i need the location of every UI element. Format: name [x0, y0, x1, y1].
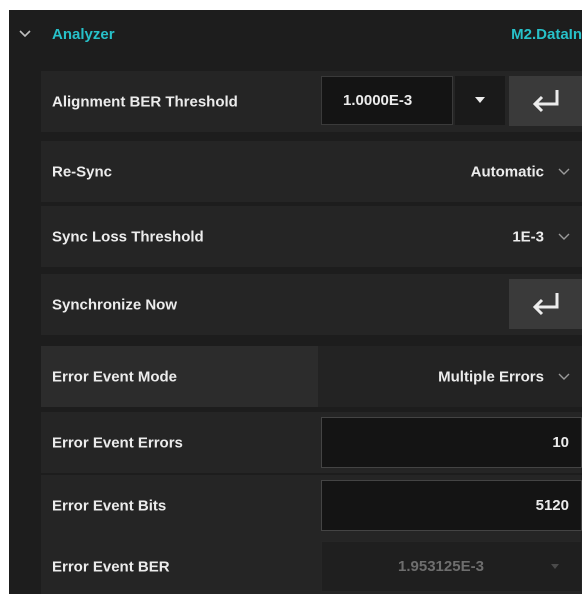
apply-alignment-ber-button[interactable]	[509, 76, 582, 126]
chevron-down-icon	[558, 373, 570, 380]
row-label: Error Event Mode	[52, 368, 178, 385]
re-sync-value[interactable]: Automatic	[471, 163, 544, 180]
error-event-mode-value: Multiple Errors	[438, 368, 544, 385]
row-label: Error Event BER	[52, 558, 170, 575]
enter-arrow-icon	[532, 293, 559, 316]
row-label: Error Event Bits	[52, 497, 167, 514]
row-error-event-errors: Error Event Errors 10	[41, 412, 582, 473]
caret-down-icon	[475, 97, 485, 103]
row-re-sync[interactable]: Re-Sync Automatic	[41, 141, 582, 202]
row-synchronize-now: Synchronize Now	[41, 274, 582, 335]
row-label: Sync Loss Threshold	[52, 228, 204, 245]
row-label: Alignment BER Threshold	[52, 93, 238, 110]
analyzer-panel: Analyzer M2.DataIn Alignment BER Thresho…	[9, 10, 582, 594]
row-label: Synchronize Now	[52, 296, 178, 313]
caret-down-icon	[551, 564, 559, 569]
row-label: Re-Sync	[52, 163, 113, 180]
enter-arrow-icon	[532, 90, 559, 113]
section-header-analyzer[interactable]: Analyzer M2.DataIn	[9, 10, 582, 58]
error-event-mode-dropdown[interactable]: Multiple Errors	[318, 346, 582, 407]
row-error-event-ber: Error Event BER 1.953125E-3	[41, 536, 582, 594]
row-sync-loss-threshold[interactable]: Sync Loss Threshold 1E-3	[41, 206, 582, 267]
field-value: 1.953125E-3	[398, 558, 484, 575]
alignment-ber-threshold-dropdown[interactable]	[455, 76, 505, 125]
section-target-label: M2.DataIn	[511, 26, 582, 43]
field-value: 10	[552, 434, 569, 451]
error-event-bits-field[interactable]: 5120	[321, 480, 582, 531]
row-alignment-ber-threshold: Alignment BER Threshold 1.0000E-3	[41, 71, 582, 132]
error-event-errors-field[interactable]: 10	[321, 417, 582, 468]
input-value: 1.0000E-3	[343, 92, 413, 109]
synchronize-now-button[interactable]	[509, 279, 582, 329]
chevron-down-icon[interactable]	[18, 27, 32, 41]
sync-loss-threshold-value[interactable]: 1E-3	[512, 228, 544, 245]
row-label: Error Event Errors	[52, 434, 183, 451]
chevron-down-icon[interactable]	[558, 168, 570, 176]
row-error-event-bits: Error Event Bits 5120	[41, 475, 582, 536]
chevron-down-icon[interactable]	[558, 233, 570, 241]
error-event-ber-field: 1.953125E-3	[321, 541, 582, 592]
field-value: 5120	[535, 497, 569, 514]
row-error-event-mode: Error Event Mode Multiple Errors	[41, 346, 582, 407]
alignment-ber-threshold-input[interactable]: 1.0000E-3	[321, 76, 453, 125]
section-title: Analyzer	[52, 26, 115, 43]
